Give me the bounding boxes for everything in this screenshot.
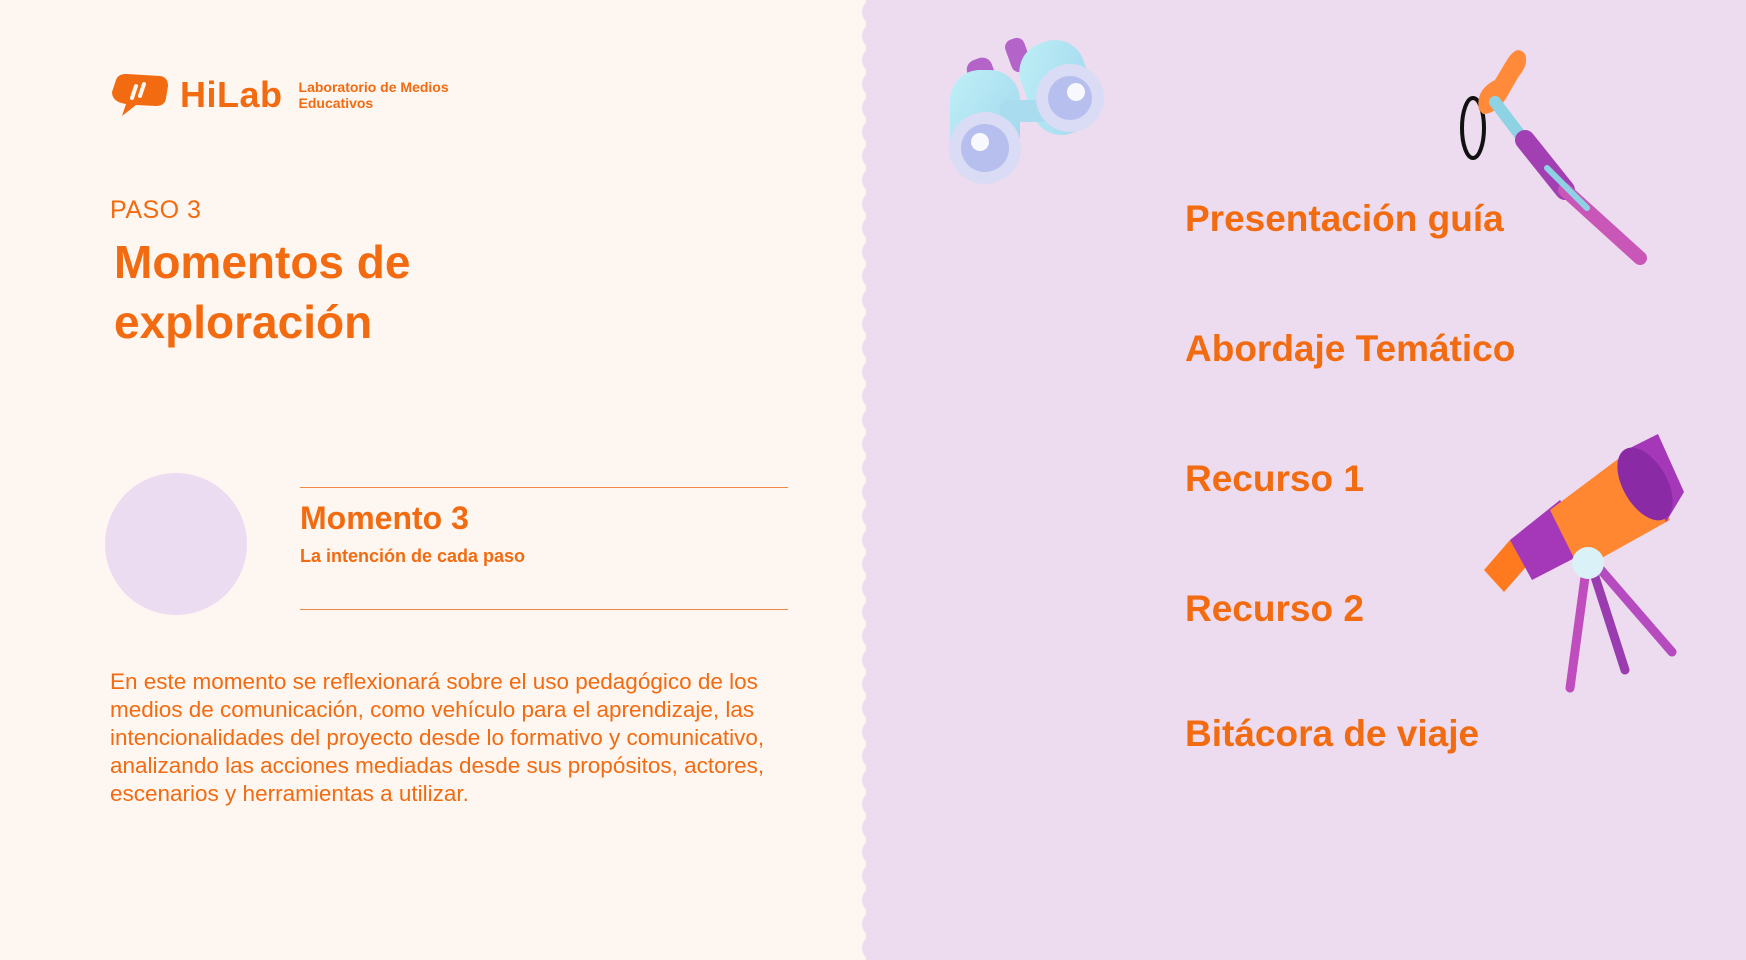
- moment-circle: [105, 473, 247, 615]
- left-panel: [0, 0, 866, 960]
- brand-name: HiLab: [180, 74, 283, 115]
- description-text: En este momento se reflexionará sobre el…: [110, 669, 765, 806]
- page-title-line2: exploración: [114, 296, 373, 348]
- brand-subtitle-line1: Laboratorio de Medios: [298, 79, 449, 95]
- moment-subtitle: La intención de cada paso: [300, 546, 526, 566]
- menu-item-recurso-1[interactable]: Recurso 1: [1185, 458, 1364, 500]
- brand-logo: HiLab Laboratorio de Medios Educativos: [108, 72, 469, 118]
- step-label: PASO 3: [110, 196, 202, 224]
- wavy-divider: [862, 0, 880, 960]
- brand-subtitle-line2: Educativos: [298, 95, 374, 111]
- moment-title: Momento 3: [300, 500, 469, 536]
- brand-subtitle: Laboratorio de Medios Educativos: [299, 79, 469, 111]
- binoculars-icon: [949, 37, 1104, 184]
- speech-bubble-icon: [112, 74, 168, 116]
- menu-item-abordaje-tematico[interactable]: Abordaje Temático: [1185, 328, 1515, 370]
- menu-item-bitacora-de-viaje[interactable]: Bitácora de viaje: [1185, 713, 1479, 755]
- menu-item-recurso-2[interactable]: Recurso 2: [1185, 588, 1364, 630]
- telescope-icon: [1484, 434, 1684, 693]
- divider-top: [300, 487, 788, 488]
- page-title-line1: Momentos de: [114, 236, 411, 288]
- divider-bottom: [300, 609, 788, 610]
- spyglass-icon: [1460, 50, 1647, 265]
- page-title: Momentos de exploración: [114, 232, 534, 352]
